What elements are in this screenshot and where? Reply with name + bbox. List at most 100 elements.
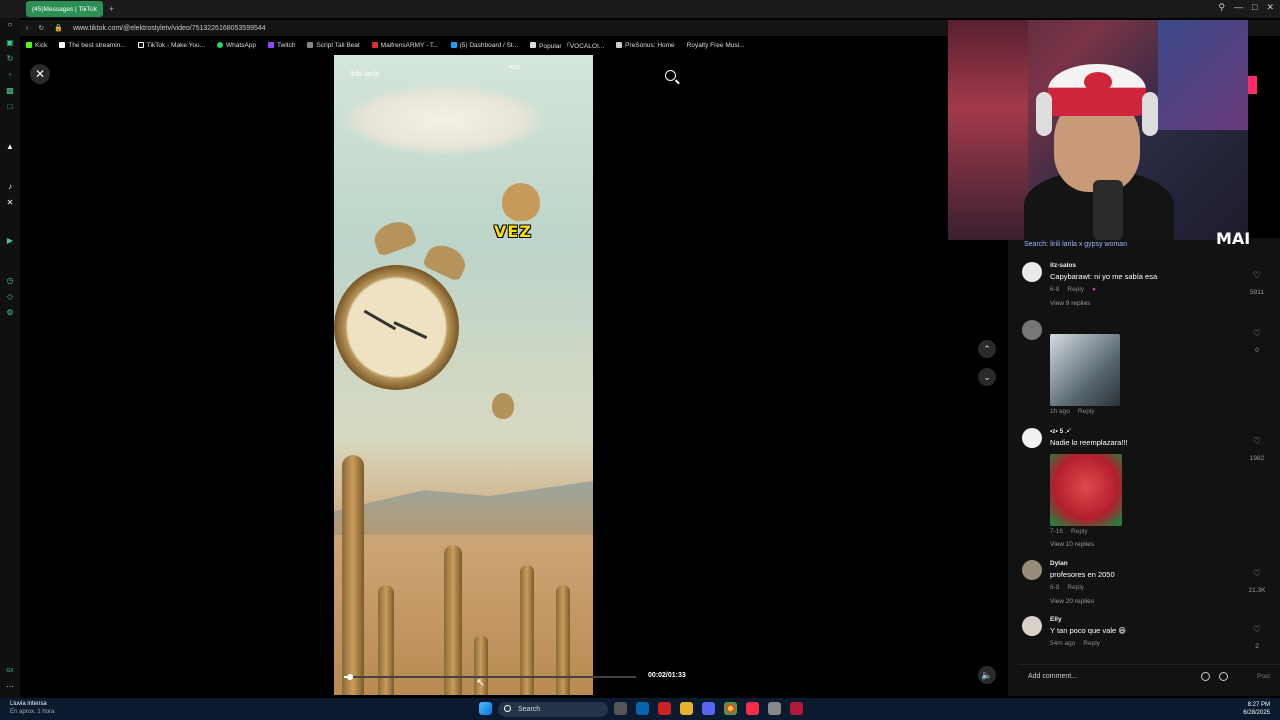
maximize-icon[interactable]: □ — [1252, 2, 1257, 13]
sidebar-more-icon[interactable]: ⋯ — [5, 682, 15, 692]
like-count: 21.3K — [1248, 587, 1266, 594]
reply-button[interactable]: Reply — [1083, 640, 1100, 647]
bookmark-streaming[interactable]: The best streamin... — [59, 42, 126, 49]
comment-user[interactable]: Elly — [1050, 616, 1062, 623]
outlook-icon[interactable] — [636, 702, 649, 715]
background-shelf — [948, 20, 1028, 240]
volume-button[interactable]: 🔈 — [978, 666, 996, 684]
like-control[interactable]: ♡ 5911 — [1242, 270, 1272, 299]
task-view-icon[interactable] — [614, 702, 627, 715]
sidebar-settings-icon[interactable]: ⚙ — [5, 308, 15, 318]
view-replies-button[interactable]: View 9 replies — [1050, 300, 1090, 307]
heart-icon[interactable]: ♡ — [1242, 436, 1272, 447]
video-frame[interactable] — [334, 55, 593, 695]
avatar[interactable] — [1022, 428, 1042, 448]
search-icon[interactable] — [665, 70, 676, 81]
opera-icon[interactable] — [790, 702, 803, 715]
view-replies-button[interactable]: View 20 replies — [1050, 598, 1094, 605]
search-icon[interactable]: ⚲ — [1218, 2, 1225, 13]
reload-icon[interactable]: ↻ — [38, 24, 44, 32]
video-progress-bar[interactable] — [344, 674, 636, 680]
comment-user[interactable]: •z• 5 .•' — [1050, 428, 1071, 435]
previous-video-button[interactable]: ⌃ — [978, 340, 996, 358]
bookmark-tiktok[interactable]: TikTok - Make You... — [137, 42, 205, 49]
new-tab-button[interactable]: + — [109, 4, 114, 14]
reply-button[interactable]: Reply — [1067, 584, 1084, 591]
lock-icon: 🔒 — [54, 25, 63, 32]
emoji-icon[interactable] — [1219, 672, 1228, 681]
settings-icon[interactable] — [768, 702, 781, 715]
opera-gx-icon[interactable] — [658, 702, 671, 715]
sidebar-whatsapp-icon[interactable]: □ — [5, 102, 15, 112]
bookmark-twitch[interactable]: Twitch — [268, 42, 295, 49]
comment-user[interactable]: itz-salos — [1050, 262, 1076, 269]
windows-start-icon[interactable] — [479, 702, 492, 715]
sidebar-tiktok-icon[interactable]: ♪ — [5, 182, 15, 192]
discord-icon[interactable] — [702, 702, 715, 715]
taskbar-search[interactable]: Search — [498, 702, 608, 717]
comment-image-sticker[interactable] — [1050, 334, 1120, 406]
heart-icon[interactable]: ♡ — [1242, 624, 1272, 635]
add-comment-input[interactable]: Add comment... — [1028, 673, 1077, 680]
comment-meta: 1h ago Reply — [1050, 408, 1095, 415]
like-control[interactable]: ♡ 1982 — [1242, 436, 1272, 465]
comment-search-suggestion[interactable]: Search: lirili larila x gypsy woman — [1024, 241, 1127, 248]
like-count: 0 — [1255, 347, 1259, 354]
file-explorer-icon[interactable] — [680, 702, 693, 715]
reply-button[interactable]: Reply — [1071, 528, 1088, 535]
chrome-icon[interactable] — [724, 702, 737, 715]
close-icon[interactable]: ✕ — [1266, 2, 1274, 13]
sidebar-x-icon[interactable]: ✕ — [5, 198, 15, 208]
like-control[interactable]: ♡ 0 — [1242, 328, 1272, 357]
bookmark-kick[interactable]: Kick — [26, 42, 47, 49]
opera-icon[interactable]: ○ — [5, 20, 15, 30]
taskbar-clock[interactable]: 8:27 PM 6/28/2025 — [1243, 701, 1270, 717]
add-comment-bar[interactable]: Add comment... Post — [1018, 664, 1280, 686]
cactus-1 — [342, 455, 364, 695]
comment-image-strawberry[interactable] — [1050, 454, 1122, 526]
sidebar-refresh-icon[interactable]: ↻ — [5, 54, 15, 64]
bookmark-presonus[interactable]: PreSonus: Home — [616, 42, 675, 49]
bookmark-whatsapp[interactable]: WhatsApp — [217, 42, 256, 49]
url-field[interactable]: www.tiktok.com/@elektrostyletv/video/751… — [73, 25, 266, 32]
heart-icon[interactable]: ♡ — [1242, 568, 1272, 579]
mention-icon[interactable] — [1201, 672, 1210, 681]
bookmark-dashboard[interactable]: (5) Dashboard / St... — [450, 42, 518, 49]
minimize-icon[interactable]: — — [1234, 2, 1243, 13]
desert-hills — [334, 481, 593, 535]
back-icon[interactable]: ‹ — [26, 25, 28, 32]
weather-widget[interactable]: Lluvia intensa En aprox. 1 hora — [10, 700, 54, 716]
sidebar-bag-icon[interactable]: ▫ — [5, 70, 15, 80]
bookmark-royalty-free[interactable]: Royalty Free Musi... — [687, 42, 745, 49]
cap-logo — [1084, 72, 1112, 92]
avatar[interactable] — [1022, 560, 1042, 580]
next-video-button[interactable]: ⌄ — [978, 368, 996, 386]
progress-knob[interactable] — [346, 674, 353, 680]
post-button[interactable]: Post — [1257, 673, 1270, 680]
view-replies-button[interactable]: View 10 replies — [1050, 541, 1094, 548]
heart-icon[interactable]: ♡ — [1242, 270, 1272, 281]
reply-button[interactable]: Reply — [1067, 286, 1084, 293]
avatar[interactable] — [1022, 262, 1042, 282]
music-icon[interactable] — [746, 702, 759, 715]
sidebar-history-icon[interactable]: ◷ — [5, 276, 15, 286]
sidebar-gx-icon[interactable]: GX — [5, 666, 15, 676]
sidebar-aria-icon[interactable]: ▲ — [5, 142, 15, 152]
like-control[interactable]: ♡ 21.3K — [1242, 568, 1272, 597]
bookmark-maifrens[interactable]: MaifrensARMY - T... — [371, 42, 439, 49]
heart-icon[interactable]: ♡ — [1242, 328, 1272, 339]
close-video-button[interactable]: ✕ — [30, 64, 50, 84]
sidebar-chat-icon[interactable]: ▩ — [5, 86, 15, 96]
avatar[interactable] — [1022, 320, 1042, 340]
sidebar-player-icon[interactable]: ▶ — [5, 236, 15, 246]
avatar[interactable] — [1022, 616, 1042, 636]
bookmark-vocaloid[interactable]: Popular 「VOCALOI... — [530, 40, 604, 50]
headphones-right — [1142, 92, 1158, 136]
like-control[interactable]: ♡ 2 — [1242, 624, 1272, 653]
reply-button[interactable]: Reply — [1078, 408, 1095, 415]
bookmark-script[interactable]: Script Tall Beat — [307, 42, 360, 49]
comment-user[interactable]: Dylan — [1050, 560, 1068, 567]
sidebar-app-icon[interactable]: ▣ — [5, 38, 15, 48]
tab-tiktok-messages[interactable]: (45)Messages | TikTok — [26, 1, 103, 17]
sidebar-cube-icon[interactable]: ◇ — [5, 292, 15, 302]
